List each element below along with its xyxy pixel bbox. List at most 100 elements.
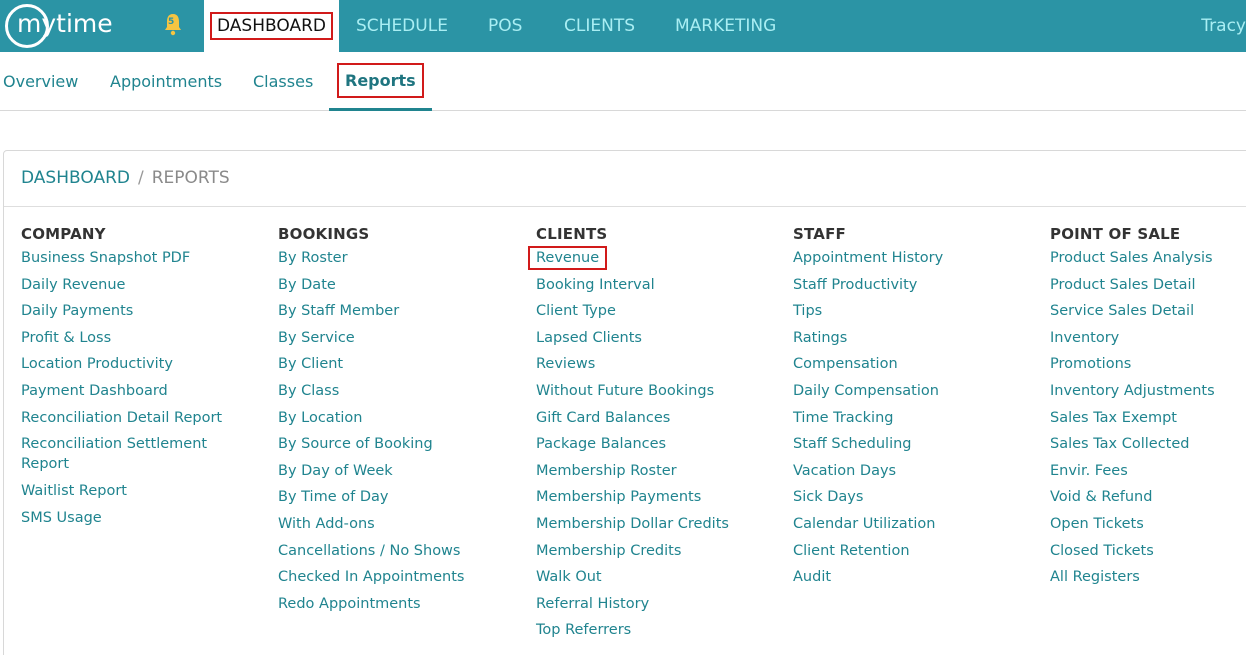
report-link[interactable]: Membership Roster	[536, 462, 766, 480]
report-link[interactable]: Cancellations / No Shows	[278, 542, 508, 560]
report-link[interactable]: SMS Usage	[21, 509, 251, 527]
breadcrumb-separator: /	[137, 168, 144, 188]
nav-pos[interactable]: POS	[488, 0, 522, 52]
report-link[interactable]: Membership Payments	[536, 488, 766, 506]
report-link[interactable]: Location Productivity	[21, 355, 251, 373]
report-link[interactable]: Time Tracking	[793, 409, 1023, 427]
report-link[interactable]: By Date	[278, 276, 508, 294]
report-link-label: By Class	[278, 382, 340, 399]
report-link[interactable]: By Service	[278, 329, 508, 347]
report-link[interactable]: Daily Revenue	[21, 276, 251, 294]
report-link[interactable]: Staff Productivity	[793, 276, 1023, 294]
report-link[interactable]: Open Tickets	[1050, 515, 1246, 533]
report-link[interactable]: Service Sales Detail	[1050, 302, 1246, 320]
report-link-label: By Date	[278, 276, 336, 293]
report-link[interactable]: Inventory	[1050, 329, 1246, 347]
nav-dashboard[interactable]: DASHBOARD	[204, 0, 339, 52]
report-link[interactable]: Promotions	[1050, 355, 1246, 373]
report-link[interactable]: Profit & Loss	[21, 329, 251, 347]
report-link-label: Payment Dashboard	[21, 382, 168, 399]
report-link-label: Sick Days	[793, 489, 864, 506]
report-link[interactable]: Membership Credits	[536, 542, 766, 560]
report-link[interactable]: Compensation	[793, 355, 1023, 373]
report-link[interactable]: Reviews	[536, 355, 766, 373]
report-link[interactable]: Envir. Fees	[1050, 462, 1246, 480]
report-link-label: All Registers	[1050, 569, 1140, 586]
report-link[interactable]: Product Sales Analysis	[1050, 249, 1246, 267]
report-link[interactable]: Void & Refund	[1050, 488, 1246, 506]
report-link[interactable]: Referral History	[536, 595, 766, 613]
report-link[interactable]: Revenue	[528, 246, 766, 270]
user-menu[interactable]: Tracy	[1201, 0, 1246, 52]
report-link[interactable]: Staff Scheduling	[793, 435, 1023, 453]
report-link[interactable]: Lapsed Clients	[536, 329, 766, 347]
nav-marketing[interactable]: MARKETING	[675, 0, 776, 52]
report-link[interactable]: Without Future Bookings	[536, 382, 766, 400]
report-link[interactable]: By Time of Day	[278, 488, 508, 506]
report-link[interactable]: Sales Tax Collected	[1050, 435, 1246, 453]
report-link[interactable]: Product Sales Detail	[1050, 276, 1246, 294]
report-link[interactable]: Payment Dashboard	[21, 382, 251, 400]
report-link[interactable]: Calendar Utilization	[793, 515, 1023, 533]
nav-dashboard-label: DASHBOARD	[210, 12, 333, 40]
report-link-label: Waitlist Report	[21, 483, 127, 500]
report-link[interactable]: Ratings	[793, 329, 1023, 347]
report-link[interactable]: By Class	[278, 382, 508, 400]
report-link[interactable]: Sick Days	[793, 488, 1023, 506]
report-link-label: By Source of Booking	[278, 436, 433, 453]
mytime-logo[interactable]: mytime	[5, 4, 113, 48]
tab-classes[interactable]: Classes	[253, 52, 313, 110]
report-link[interactable]: Waitlist Report	[21, 482, 251, 500]
report-link[interactable]: Sales Tax Exempt	[1050, 409, 1246, 427]
report-link[interactable]: Daily Payments	[21, 302, 251, 320]
tab-overview[interactable]: Overview	[3, 52, 78, 110]
reports-card: DASHBOARD / REPORTS COMPANY Business Snaps…	[3, 150, 1246, 655]
report-link[interactable]: With Add-ons	[278, 515, 508, 533]
report-link[interactable]: Gift Card Balances	[536, 409, 766, 427]
breadcrumb-dashboard[interactable]: DASHBOARD	[21, 168, 130, 188]
report-link[interactable]: Appointment History	[793, 249, 1023, 267]
report-link-label: Reconciliation Detail Report	[21, 409, 223, 426]
report-link[interactable]: By Staff Member	[278, 302, 508, 320]
report-link[interactable]: Reconciliation Settlement Report	[21, 434, 221, 474]
report-link[interactable]: Redo Appointments	[278, 595, 508, 613]
report-link[interactable]: Package Balances	[536, 435, 766, 453]
report-link[interactable]: By Day of Week	[278, 462, 508, 480]
report-link[interactable]: Business Snapshot PDF	[21, 249, 251, 267]
report-link[interactable]: By Client	[278, 355, 508, 373]
nav-schedule[interactable]: SCHEDULE	[356, 0, 448, 52]
report-link[interactable]: Daily Compensation	[793, 382, 1023, 400]
column-clients: CLIENTS Revenue Booking Interval Client Ty…	[528, 225, 766, 639]
report-link[interactable]: Booking Interval	[536, 276, 766, 294]
report-link-label: Open Tickets	[1050, 515, 1144, 532]
report-link[interactable]: By Location	[278, 409, 508, 427]
report-link[interactable]: Audit	[793, 568, 1023, 586]
report-link-label: By Day of Week	[278, 462, 393, 479]
report-link[interactable]: Vacation Days	[793, 462, 1023, 480]
report-link[interactable]: Checked In Appointments	[278, 568, 508, 586]
column-title: STAFF	[793, 225, 846, 243]
report-link[interactable]: By Roster	[278, 249, 508, 267]
notifications-bell-icon[interactable]: 5	[162, 12, 184, 36]
report-link[interactable]: Client Retention	[793, 542, 1023, 560]
report-link[interactable]: Walk Out	[536, 568, 766, 586]
report-link-label: Client Type	[536, 303, 616, 320]
nav-clients[interactable]: CLIENTS	[564, 0, 635, 52]
report-link-label: Void & Refund	[1050, 489, 1153, 506]
report-link[interactable]: By Source of Booking	[278, 435, 508, 453]
report-link[interactable]: Inventory Adjustments	[1050, 382, 1246, 400]
report-link[interactable]: Tips	[793, 302, 1023, 320]
report-link[interactable]: Reconciliation Detail Report	[21, 409, 251, 427]
report-link[interactable]: Closed Tickets	[1050, 542, 1246, 560]
report-link-label: Audit	[793, 569, 832, 586]
report-link[interactable]: Client Type	[536, 302, 766, 320]
breadcrumb-current: REPORTS	[151, 168, 230, 188]
report-link[interactable]: Top Referrers	[536, 621, 766, 639]
report-link-label: Daily Revenue	[21, 276, 126, 293]
tab-appointments[interactable]: Appointments	[110, 52, 222, 110]
report-link[interactable]: All Registers	[1050, 568, 1246, 586]
report-link-label: Sales Tax Collected	[1050, 436, 1190, 453]
tab-reports[interactable]: Reports	[329, 52, 432, 111]
report-link-label: By Location	[278, 409, 363, 426]
report-link[interactable]: Membership Dollar Credits	[536, 515, 766, 533]
